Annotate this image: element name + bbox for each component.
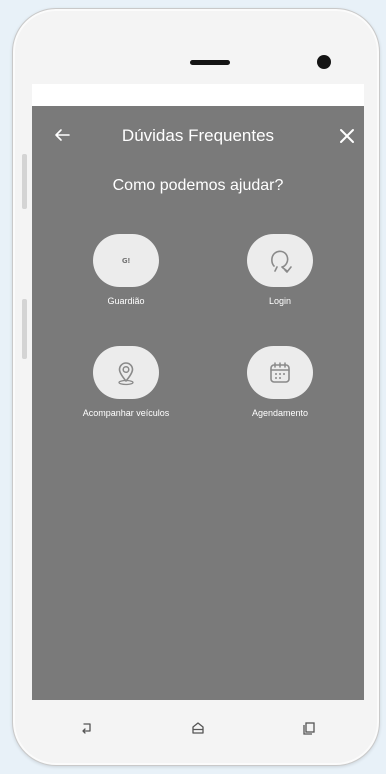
power-button [22,299,27,359]
close-button[interactable] [336,125,358,147]
location-pin-icon [118,361,134,385]
app-header: Dúvidas Frequentes [32,106,364,168]
topic-icon-circle: G! [93,234,159,287]
user-check-icon [271,250,292,273]
back-icon [82,723,91,734]
guardiao-logo-icon: G! [121,256,131,265]
status-bar [32,84,364,106]
nav-recent-apps-button[interactable] [297,716,321,740]
close-icon [340,129,354,143]
page-title: Dúvidas Frequentes [121,126,275,145]
nav-back-button[interactable] [75,716,99,740]
topic-login[interactable]: Login [212,234,348,306]
topic-agendamento[interactable]: Agendamento [212,346,348,418]
home-icon [192,722,204,734]
topic-icon-circle [247,234,313,287]
system-nav-bar [32,700,364,756]
topic-label: Agendamento [251,408,309,418]
help-prompt: Como podemos ajudar? [112,177,284,194]
topic-label: Login [268,296,292,306]
topic-icon-circle [247,346,313,399]
topic-label: Acompanhar veículos [82,408,170,418]
topic-acompanhar-veiculos[interactable]: Acompanhar veículos [58,346,194,418]
front-camera [317,55,331,69]
volume-button [22,154,27,209]
topic-guardiao[interactable]: G! Guardião [58,234,194,306]
topic-icon-circle [93,346,159,399]
app-screen: Dúvidas Frequentes Como podemos ajudar? … [32,84,364,700]
nav-home-button[interactable] [186,716,210,740]
calendar-icon [270,361,290,383]
topic-label: Guardião [107,296,145,306]
earpiece-speaker [190,60,230,65]
recent-apps-icon [302,722,315,735]
